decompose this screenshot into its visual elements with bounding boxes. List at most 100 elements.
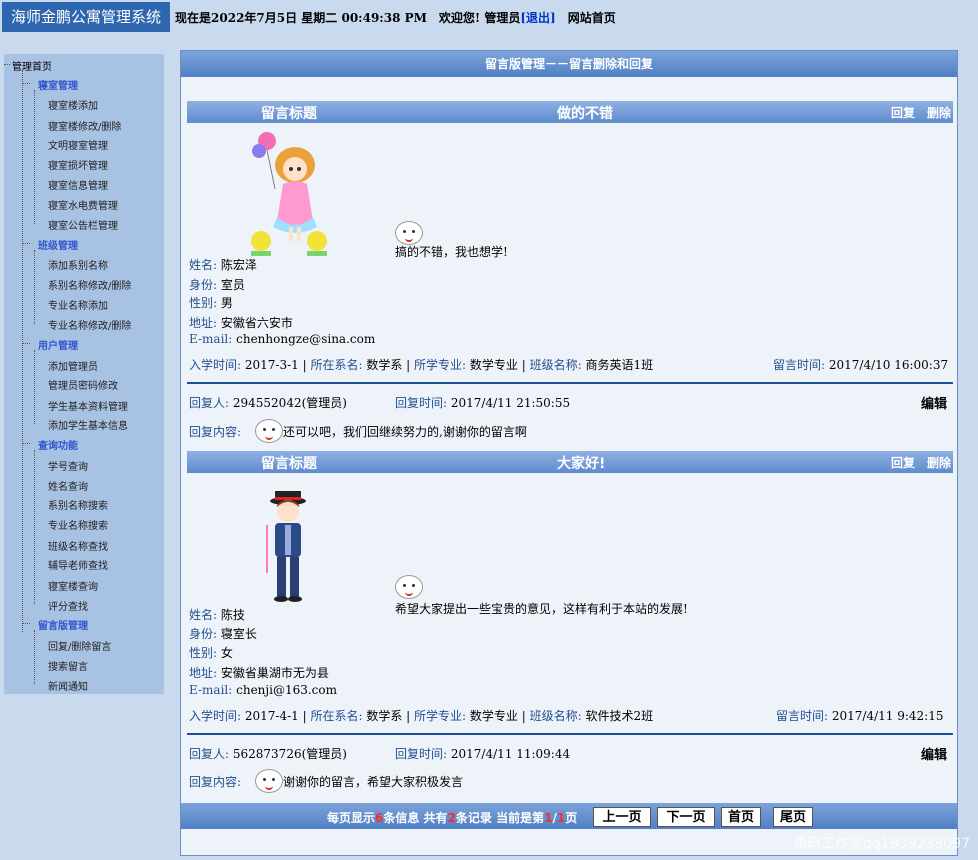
site-home-link[interactable]: 网站首页 — [568, 11, 616, 25]
sidebar-item[interactable]: 学生基本资料管理 — [48, 398, 128, 413]
sidebar-group-class[interactable]: 班级管理 — [38, 237, 78, 252]
tree-connector — [22, 83, 30, 84]
sidebar-item[interactable]: 添加系别名称 — [48, 257, 108, 272]
edit-reply-link[interactable]: 编辑 — [921, 744, 947, 763]
replier-label: 回复人: — [189, 747, 230, 761]
page-count: 1 — [556, 811, 566, 825]
address-label: 地址: — [189, 316, 218, 330]
sidebar-item[interactable]: 添加学生基本信息 — [48, 417, 128, 432]
major-value: 数学专业 — [469, 709, 518, 723]
replier-label: 回复人: — [189, 396, 230, 410]
email-label: E-mail: — [189, 332, 233, 346]
pagination-info: 每页显示6条信息 共有2条记录 当前是第1/1页 — [327, 809, 577, 826]
major-value: 数学专业 — [469, 358, 518, 372]
girl-with-balloons-avatar — [251, 132, 327, 256]
sidebar-item[interactable]: 寝室信息管理 — [48, 177, 108, 192]
reply-content-label-text: 回复内容: — [189, 775, 242, 789]
smiley-face-icon — [255, 419, 283, 443]
sidebar-item[interactable]: 班级名称查找 — [48, 538, 108, 553]
divider — [187, 382, 953, 384]
gender-value: 男 — [220, 296, 233, 310]
welcome-text: 欢迎您! 管理员 — [438, 11, 521, 25]
sidebar-item[interactable]: 寝室楼修改/删除 — [48, 118, 121, 133]
enroll-label: 入学时间: — [189, 358, 242, 372]
sidebar-item[interactable]: 学号查询 — [48, 458, 88, 473]
email-value: chenji@163.com — [236, 683, 338, 697]
sidebar-item[interactable]: 回复/删除留言 — [48, 638, 111, 653]
smiley-face-icon — [395, 221, 423, 245]
tree-branch — [34, 90, 35, 224]
smiley-face-icon — [395, 575, 423, 599]
next-page-button[interactable]: 下一页 — [657, 807, 715, 827]
sidebar-item[interactable]: 系别名称搜索 — [48, 497, 108, 512]
tree-connector — [4, 64, 10, 65]
tree-trunk — [22, 70, 23, 632]
tree-connector — [22, 343, 30, 344]
message-header: 留言标题 大家好! 回复 删除 — [187, 451, 953, 473]
top-header: 海师金鹏公寓管理系统 现在是2022年7月5日 星期二 00:49:38 PM 欢… — [0, 0, 978, 34]
role-label: 身份: — [189, 278, 218, 292]
sidebar-item[interactable]: 寝室水电费管理 — [48, 197, 118, 212]
sidebar-item[interactable]: 姓名查询 — [48, 478, 88, 493]
sidebar-item[interactable]: 寝室公告栏管理 — [48, 217, 118, 232]
message-content: 希望大家提出一些宝贵的意见，这样有利于本站的发展! — [395, 602, 688, 616]
replier-value: 562873726(管理员) — [232, 747, 347, 761]
sidebar-item[interactable]: 管理员密码修改 — [48, 377, 118, 392]
sidebar-item[interactable]: 添加管理员 — [48, 358, 98, 373]
address-value: 安徽省巢湖市无为县 — [220, 666, 329, 680]
sidebar-item[interactable]: 文明寝室管理 — [48, 137, 108, 152]
delete-link[interactable]: 删除 — [927, 454, 951, 471]
message-content: 搞的不错，我也想学! — [395, 245, 508, 259]
sidebar-group-guestbook[interactable]: 留言版管理 — [38, 617, 88, 632]
sidebar-item[interactable]: 寝室楼添加 — [48, 97, 98, 112]
reply-content: 还可以吧，我们回继续努力的,谢谢你的留言啊 — [283, 425, 527, 439]
total-count: 2 — [447, 811, 456, 825]
poster-name: 姓名: 陈技 — [189, 606, 245, 623]
poster-name: 姓名: 陈宏泽 — [189, 256, 257, 273]
post-time: 留言时间: 2017/4/11 9:42:15 — [776, 707, 943, 724]
sidebar-item[interactable]: 系别名称修改/删除 — [48, 277, 131, 292]
enroll-label: 入学时间: — [189, 709, 242, 723]
edit-reply-link[interactable]: 编辑 — [921, 393, 947, 412]
message-title-label: 留言标题 — [261, 106, 317, 122]
sidebar-item[interactable]: 寝室损坏管理 — [48, 157, 108, 172]
reply-link[interactable]: 回复 — [891, 454, 915, 471]
watermark: 源码工作室qq1939239097 — [793, 836, 970, 852]
sidebar-item[interactable]: 专业名称添加 — [48, 297, 108, 312]
tree-branch — [34, 350, 35, 424]
sidebar-group-query[interactable]: 查询功能 — [38, 437, 78, 452]
message-title: 做的不错 — [557, 106, 613, 122]
reply-time-value: 2017/4/11 11:09:44 — [450, 747, 571, 761]
panel-title: 留言版管理－－留言删除和回复 — [181, 51, 957, 77]
delete-link[interactable]: 删除 — [927, 104, 951, 121]
gender-label: 性别: — [189, 646, 218, 660]
sidebar-item[interactable]: 专业名称修改/删除 — [48, 317, 131, 332]
dept-value: 数学系 — [366, 358, 403, 372]
first-page-button[interactable]: 首页 — [721, 807, 761, 827]
post-time: 留言时间: 2017/4/10 16:00:37 — [773, 356, 948, 373]
pagination-bar: 每页显示6条信息 共有2条记录 当前是第1/1页 上一页 下一页 首页 尾页 — [181, 803, 957, 829]
sidebar-item[interactable]: 辅导老师查找 — [48, 557, 108, 572]
prev-page-button[interactable]: 上一页 — [593, 807, 651, 827]
reply-time-label: 回复时间: — [395, 747, 448, 761]
posted-value: 2017/4/11 9:42:15 — [831, 709, 944, 723]
address-label: 地址: — [189, 666, 218, 680]
sidebar-group-users[interactable]: 用户管理 — [38, 337, 78, 352]
reply-link[interactable]: 回复 — [891, 104, 915, 121]
sidebar-group-dorm[interactable]: 寝室管理 — [38, 77, 78, 92]
reply-content: 谢谢你的留言，希望大家积极发言 — [283, 775, 464, 789]
last-page-button[interactable]: 尾页 — [773, 807, 813, 827]
major-label: 所学专业: — [414, 358, 467, 372]
posted-value: 2017/4/10 16:00:37 — [828, 358, 949, 372]
sidebar-item[interactable]: 寝室楼查询 — [48, 578, 98, 593]
sidebar-item[interactable]: 专业名称搜索 — [48, 517, 108, 532]
logout-link[interactable]: [退出] — [520, 11, 555, 25]
sidebar-item[interactable]: 搜索留言 — [48, 658, 88, 673]
sidebar-root-home[interactable]: 管理首页 — [12, 58, 52, 73]
system-brand-title: 海师金鹏公寓管理系统 — [2, 2, 170, 32]
sidebar-item[interactable]: 评分查找 — [48, 598, 88, 613]
gender-label: 性别: — [189, 296, 218, 310]
boy-with-hat-avatar — [266, 491, 306, 602]
current-datetime: 2022年7月5日 星期二 00:49:38 PM — [211, 11, 427, 25]
sidebar-item[interactable]: 新闻通知 — [48, 678, 88, 693]
